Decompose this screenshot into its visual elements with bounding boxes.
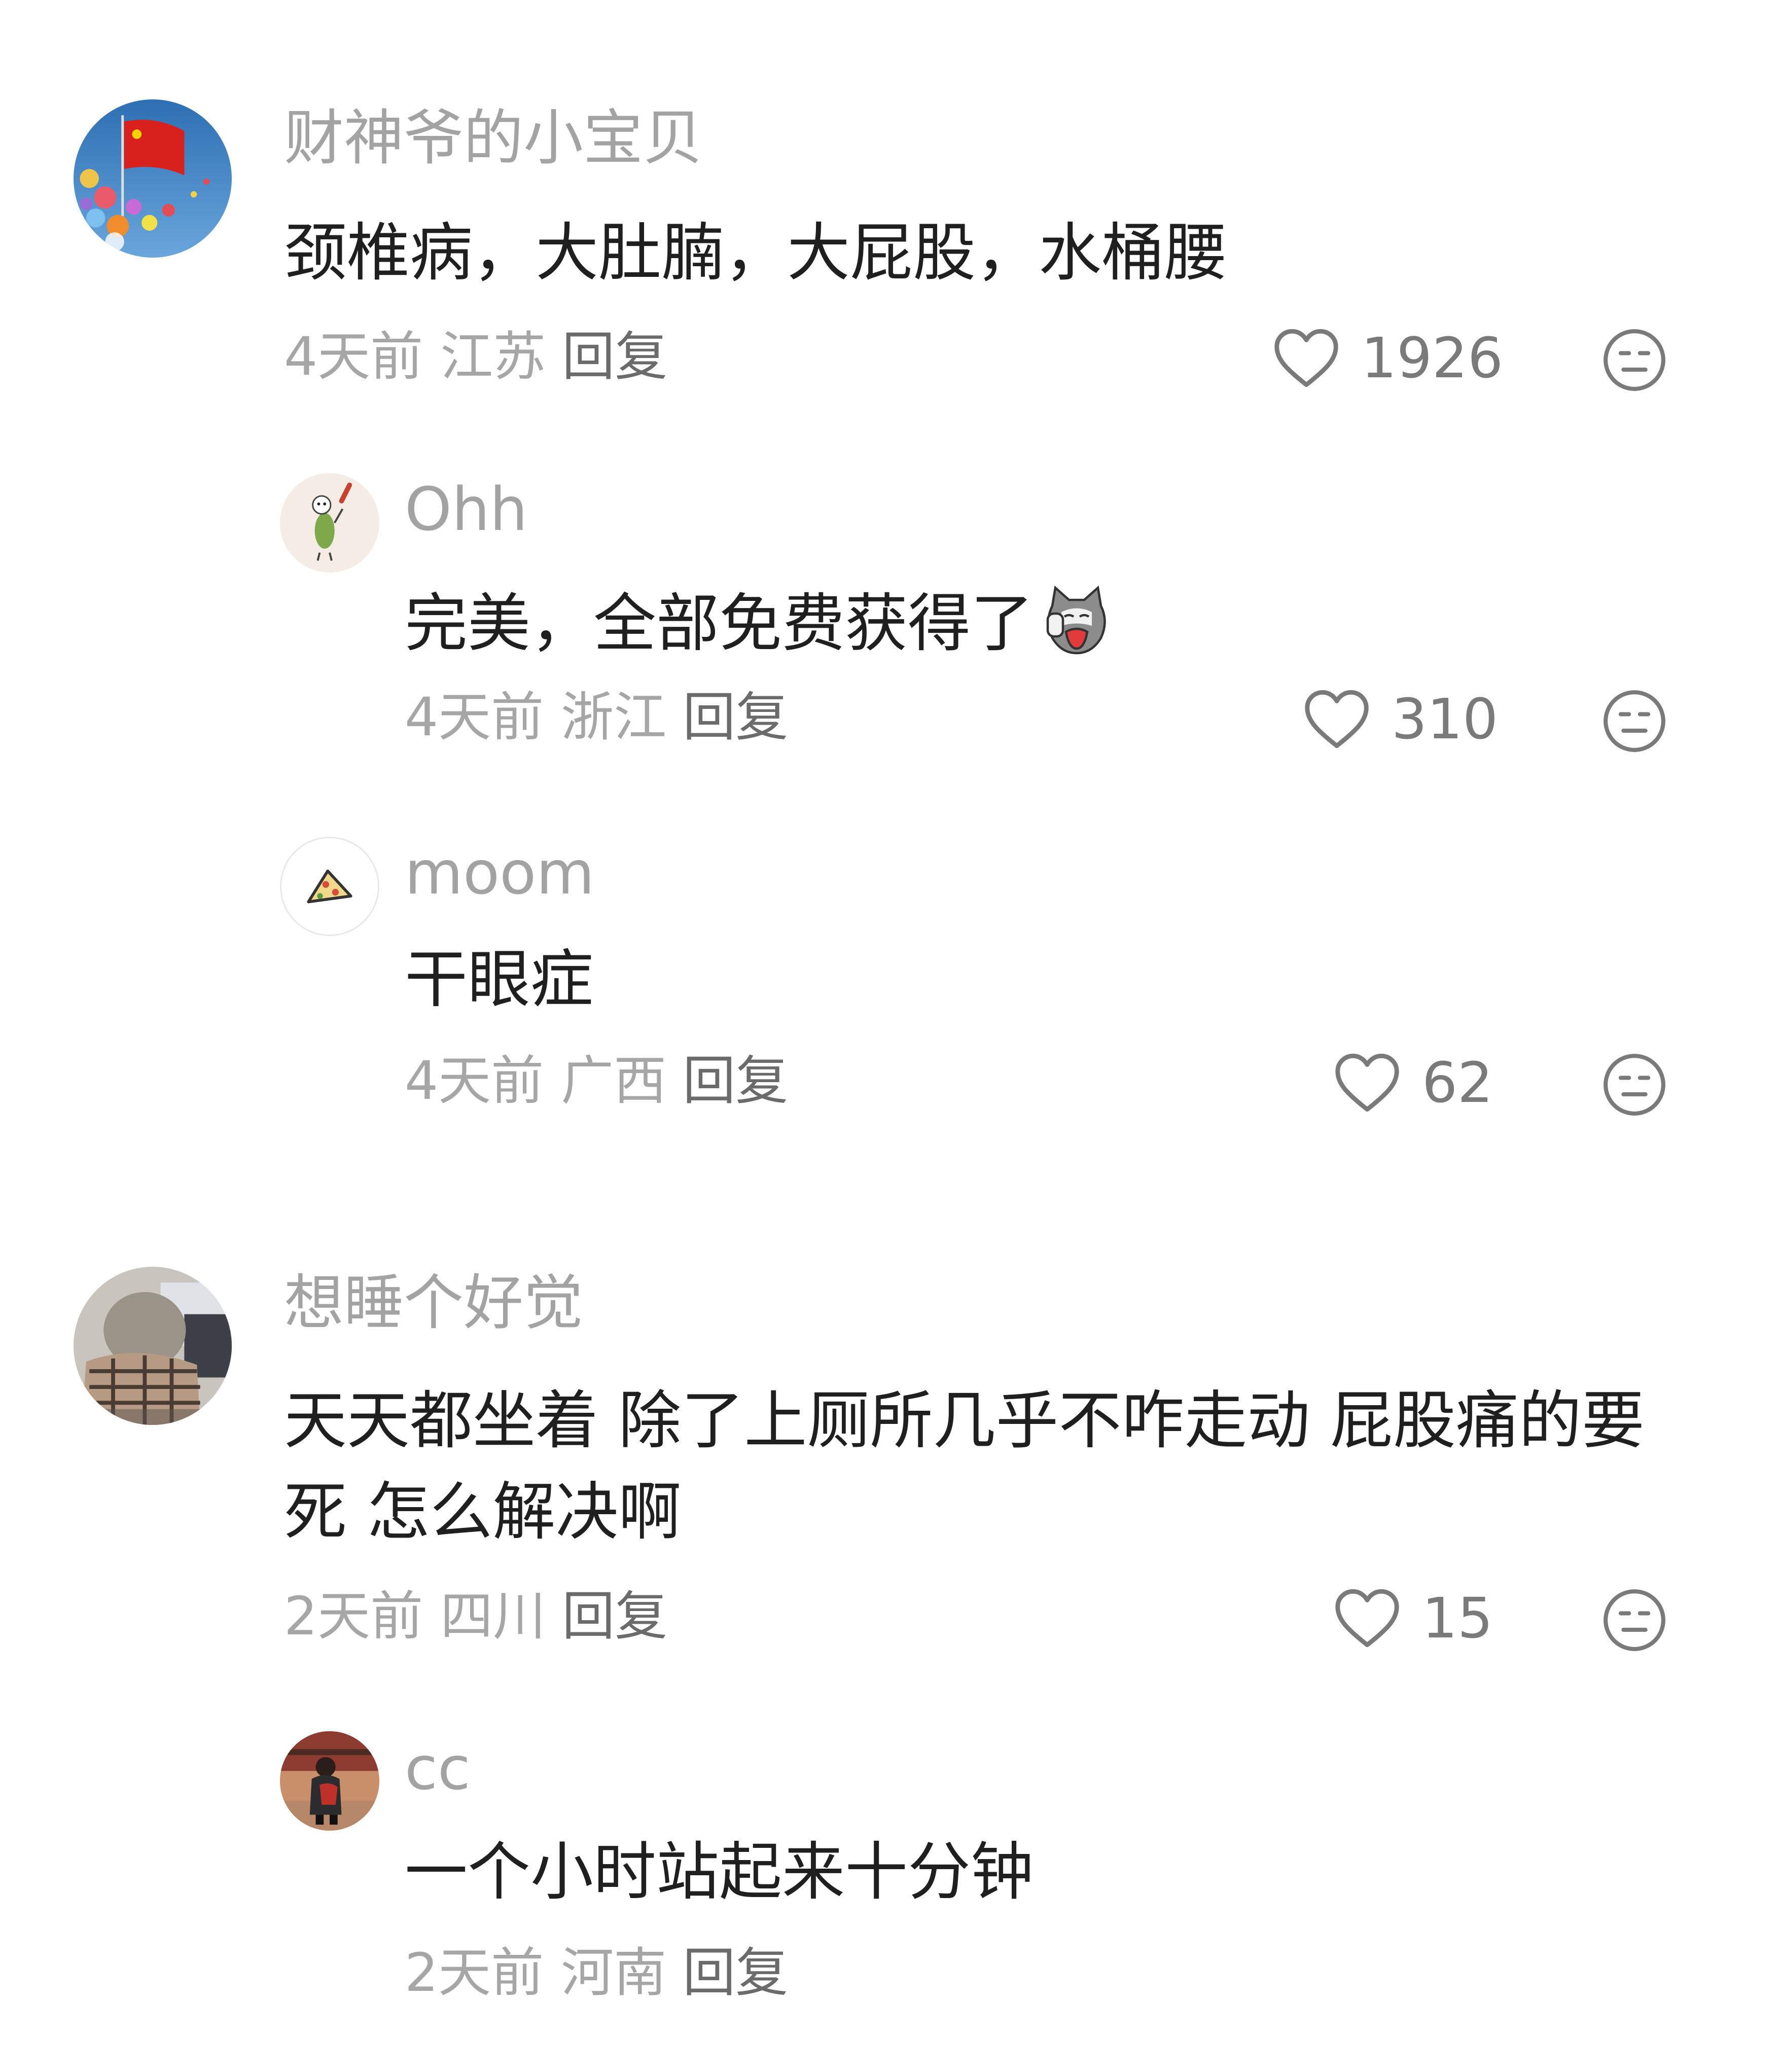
meh-face-icon [1604,1589,1665,1651]
comment-text: 天天都坐着 除了上厕所几乎不咋走动 屁股痛的要死 怎么解决啊 [284,1384,1645,1549]
dislike-button[interactable] [1601,327,1667,393]
crying-cat-emoji [1046,585,1106,655]
reply-button[interactable]: 回复 [683,1942,788,2004]
like-count: 62 [1422,1050,1493,1115]
avatar[interactable] [74,1267,232,1425]
meh-face-icon [1604,329,1665,391]
username[interactable]: moom [405,843,594,903]
dislike-button[interactable] [1601,1052,1667,1118]
timestamp: 4天前 [405,686,544,748]
heart-outline-icon [1274,329,1338,387]
username[interactable]: 想睡个好觉 [284,1273,583,1333]
username[interactable]: 财神爷的小宝贝 [284,108,703,168]
like-button[interactable]: 1926 [1272,327,1503,389]
reply-button[interactable]: 回复 [562,326,667,387]
location: 江苏 [440,326,546,387]
comment-meta: 2天前 四川 回复 [284,1590,667,1642]
like-button[interactable]: 15 [1333,1587,1493,1649]
comment-meta: 4天前 江苏 回复 [284,330,667,383]
timestamp: 4天前 [284,326,423,387]
dislike-button[interactable] [1601,688,1667,754]
timestamp: 4天前 [405,1050,544,1112]
username[interactable]: Ohh [405,479,527,539]
reply-button[interactable]: 回复 [683,1050,788,1112]
location: 四川 [440,1585,546,1647]
avatar[interactable] [280,473,379,573]
like-count: 1926 [1361,326,1503,390]
avatar[interactable] [280,837,379,936]
reply-meta: 2天前 河南 回复 [405,1946,788,1999]
like-button[interactable]: 310 [1302,688,1498,750]
reply-text: 完美，全部免费获得了 [405,583,1115,659]
like-button[interactable]: 62 [1333,1052,1493,1114]
heart-outline-icon [1335,1589,1399,1648]
location: 广西 [561,1050,667,1112]
location: 河南 [561,1942,667,2004]
reply-text: 一个小时站起来十分钟 [405,1836,1034,1909]
heart-outline-icon [1335,1053,1399,1112]
reply-text: 干眼症 [405,943,594,1016]
timestamp: 2天前 [284,1585,423,1647]
reply-text-content: 完美，全部免费获得了 [405,587,1034,660]
location: 浙江 [561,686,667,748]
avatar[interactable] [280,1731,379,1831]
reply-button[interactable]: 回复 [683,686,788,748]
like-count: 15 [1422,1586,1493,1651]
reply-meta: 4天前 广西 回复 [405,1054,788,1107]
reply-button[interactable]: 回复 [562,1585,667,1647]
reply-meta: 4天前 浙江 回复 [405,691,788,743]
like-count: 310 [1392,687,1498,752]
avatar[interactable] [74,99,232,258]
meh-face-icon [1604,690,1665,752]
username[interactable]: cc [405,1738,471,1798]
comment-text: 颈椎病，大肚腩，大屁股，水桶腰 [284,217,1228,290]
heart-outline-icon [1305,690,1369,748]
timestamp: 2天前 [405,1942,544,2004]
meh-face-icon [1604,1054,1665,1116]
dislike-button[interactable] [1601,1587,1667,1653]
